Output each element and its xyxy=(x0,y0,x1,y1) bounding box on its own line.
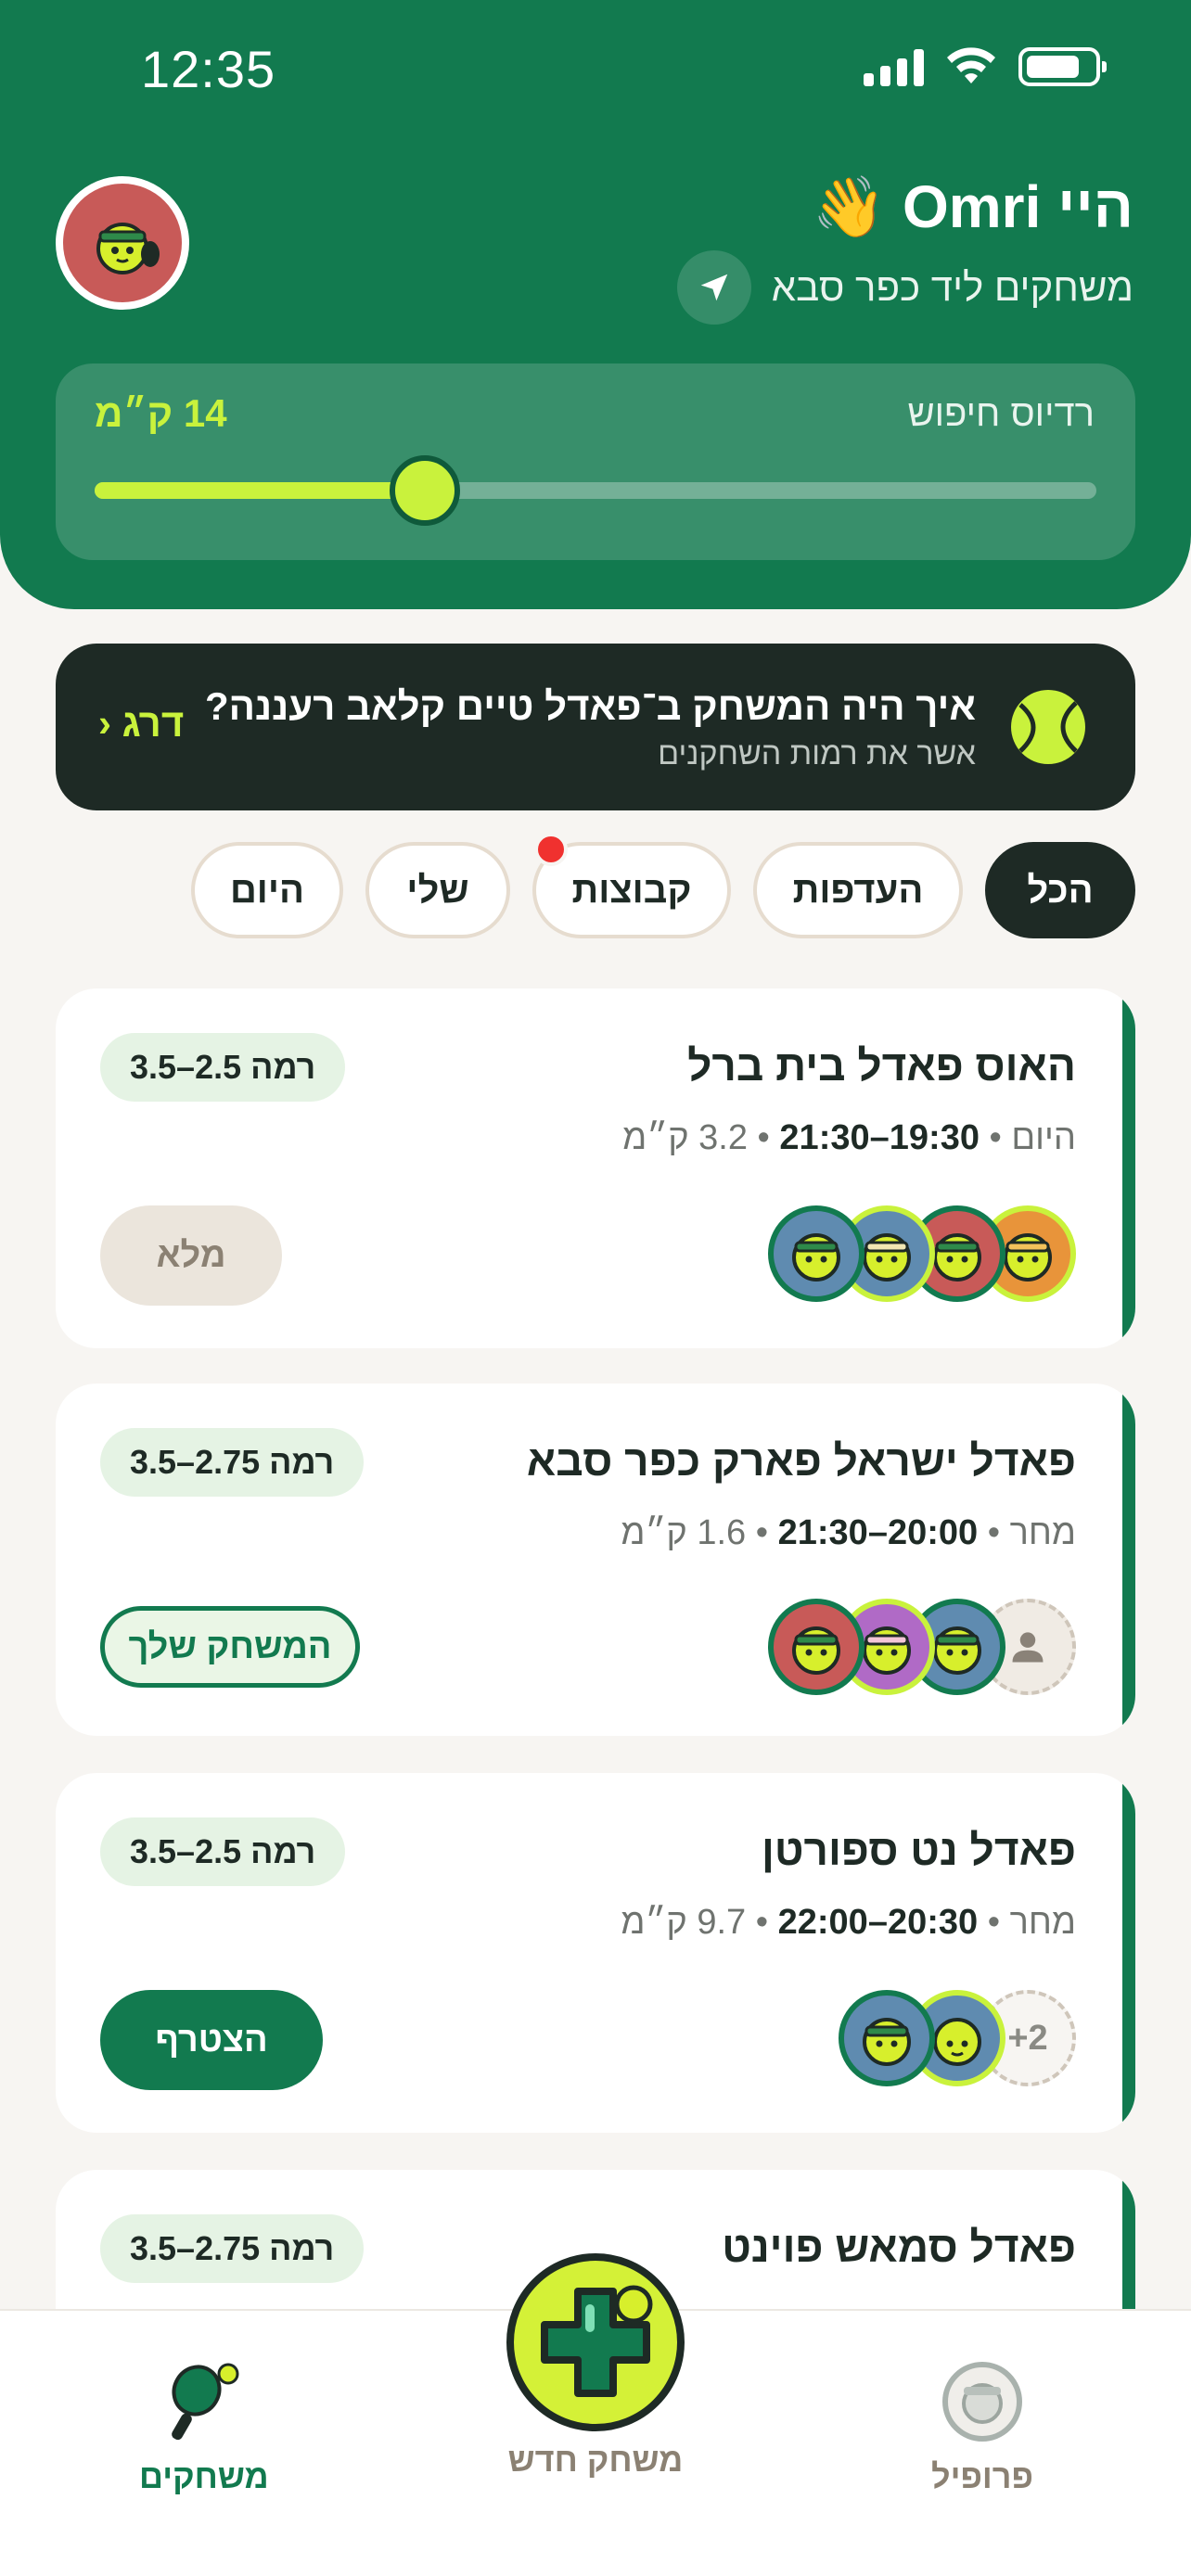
rate-game-banner[interactable]: איך היה המשחק ב־פאדל טיים קלאב רעננה? אש… xyxy=(56,644,1135,810)
greeting-title: היי Omri 👋 xyxy=(812,173,1134,240)
ball-mascot-icon xyxy=(96,223,160,274)
game-time: 19:30–21:30 xyxy=(779,1118,980,1157)
level-badge: רמה 2.5–3.5 xyxy=(100,1817,346,1886)
location-row: משחקים ליד כפר סבא xyxy=(676,250,1133,325)
search-radius-card: רדיוס חיפוש 14 ק״מ xyxy=(56,363,1135,560)
nav-games-label: משחקים xyxy=(139,2457,269,2495)
signal-icon xyxy=(864,47,924,86)
game-day: היום xyxy=(1011,1118,1076,1157)
filter-chip-all[interactable]: הכל xyxy=(985,842,1135,938)
game-meta: מחר • 20:30–22:00 • 9.7 ק״מ xyxy=(621,1903,1076,1942)
tennis-ball-icon xyxy=(1011,690,1085,764)
notification-dot xyxy=(534,833,568,866)
filter-chip-preferences[interactable]: העדפות xyxy=(753,842,963,938)
rate-button[interactable]: דרג ‹ xyxy=(98,701,184,746)
new-game-label: משחק חדש xyxy=(507,2441,684,2479)
level-badge: רמה 2.5–3.5 xyxy=(100,1033,346,1102)
ball-mascot-icon xyxy=(792,1233,840,1282)
filter-chip-today[interactable]: היום xyxy=(191,842,343,938)
player-avatar xyxy=(768,1205,864,1302)
game-card[interactable]: פאדל ישראל פארק כפר סבא מחר • 20:00–21:3… xyxy=(56,1384,1135,1736)
game-distance: 1.6 ק״מ xyxy=(621,1513,747,1552)
players-row: +2 xyxy=(839,1990,1076,2086)
game-name: פאדל ישראל פארק כפר סבא xyxy=(526,1436,1076,1485)
player-avatar xyxy=(768,1599,864,1695)
ball-mascot-icon xyxy=(792,1626,840,1675)
your-game-button[interactable]: המשחק שלך xyxy=(100,1606,360,1688)
padel-racket-icon xyxy=(171,2363,239,2441)
players-row xyxy=(768,1599,1076,1695)
person-icon xyxy=(1012,1632,1044,1663)
game-name: פאדל סמאש פוינט xyxy=(722,2223,1076,2271)
banner-subtitle: אשר את רמות השחקנים xyxy=(658,736,976,772)
game-day: מחר xyxy=(1009,1513,1076,1552)
nav-profile-label: פרופיל xyxy=(931,2457,1033,2495)
header: 12:35 היי Omri 👋 משחקים ליד כפר סבא רדיו… xyxy=(0,0,1191,609)
game-meta: היום • 19:30–21:30 • 3.2 ק״מ xyxy=(622,1118,1076,1157)
level-badge: רמה 2.75–3.5 xyxy=(100,1428,365,1497)
radius-label: רדיוס חיפוש xyxy=(907,393,1095,434)
banner-title: איך היה המשחק ב־פאדל טיים קלאב רעננה? xyxy=(205,684,976,728)
game-distance: 9.7 ק״מ xyxy=(621,1903,747,1942)
radius-value: 14 ק״מ xyxy=(95,391,227,435)
nav-profile[interactable]: פרופיל xyxy=(931,2357,1033,2496)
game-time: 20:30–22:00 xyxy=(777,1903,979,1942)
battery-icon xyxy=(1018,47,1107,86)
game-time: 20:00–21:30 xyxy=(777,1513,979,1552)
radius-slider-fill xyxy=(95,482,426,499)
game-distance: 3.2 ק״מ xyxy=(622,1118,748,1157)
filter-chip-groups[interactable]: קבוצות xyxy=(532,833,731,938)
game-card[interactable]: האוס פאדל בית ברל היום • 19:30–21:30 • 3… xyxy=(56,988,1135,1348)
game-card[interactable]: פאדל נט ספורטן מחר • 20:30–22:00 • 9.7 ק… xyxy=(56,1773,1135,2133)
filter-chip-groups-label: קבוצות xyxy=(571,869,692,911)
status-icons xyxy=(864,46,1107,87)
game-meta: מחר • 20:00–21:30 • 1.6 ק״מ xyxy=(621,1513,1076,1552)
profile-avatar-icon xyxy=(942,2362,1022,2442)
new-game-button[interactable] xyxy=(506,2253,685,2431)
player-avatar xyxy=(839,1990,935,2086)
full-button[interactable]: מלא xyxy=(100,1205,282,1306)
level-badge: רמה 2.75–3.5 xyxy=(100,2214,365,2283)
location-text: משחקים ליד כפר סבא xyxy=(771,265,1133,309)
radius-slider[interactable] xyxy=(95,455,1096,526)
ball-mascot-icon xyxy=(863,2018,911,2066)
wifi-icon xyxy=(947,47,995,83)
navigation-arrow-icon xyxy=(700,274,727,301)
game-day: מחר xyxy=(1009,1903,1076,1942)
join-button[interactable]: הצטרף xyxy=(100,1990,323,2090)
status-time: 12:35 xyxy=(141,40,276,98)
user-avatar[interactable] xyxy=(56,176,189,310)
players-row xyxy=(768,1205,1076,1302)
game-name: האוס פאדל בית ברל xyxy=(687,1041,1076,1090)
radius-slider-thumb[interactable] xyxy=(390,455,461,526)
filter-chip-mine[interactable]: שלי xyxy=(365,842,510,938)
game-name: פאדל נט ספורטן xyxy=(761,1826,1076,1874)
plus-ball-icon xyxy=(541,2285,653,2397)
nav-games[interactable]: משחקים xyxy=(139,2357,269,2496)
location-button[interactable] xyxy=(676,250,751,325)
